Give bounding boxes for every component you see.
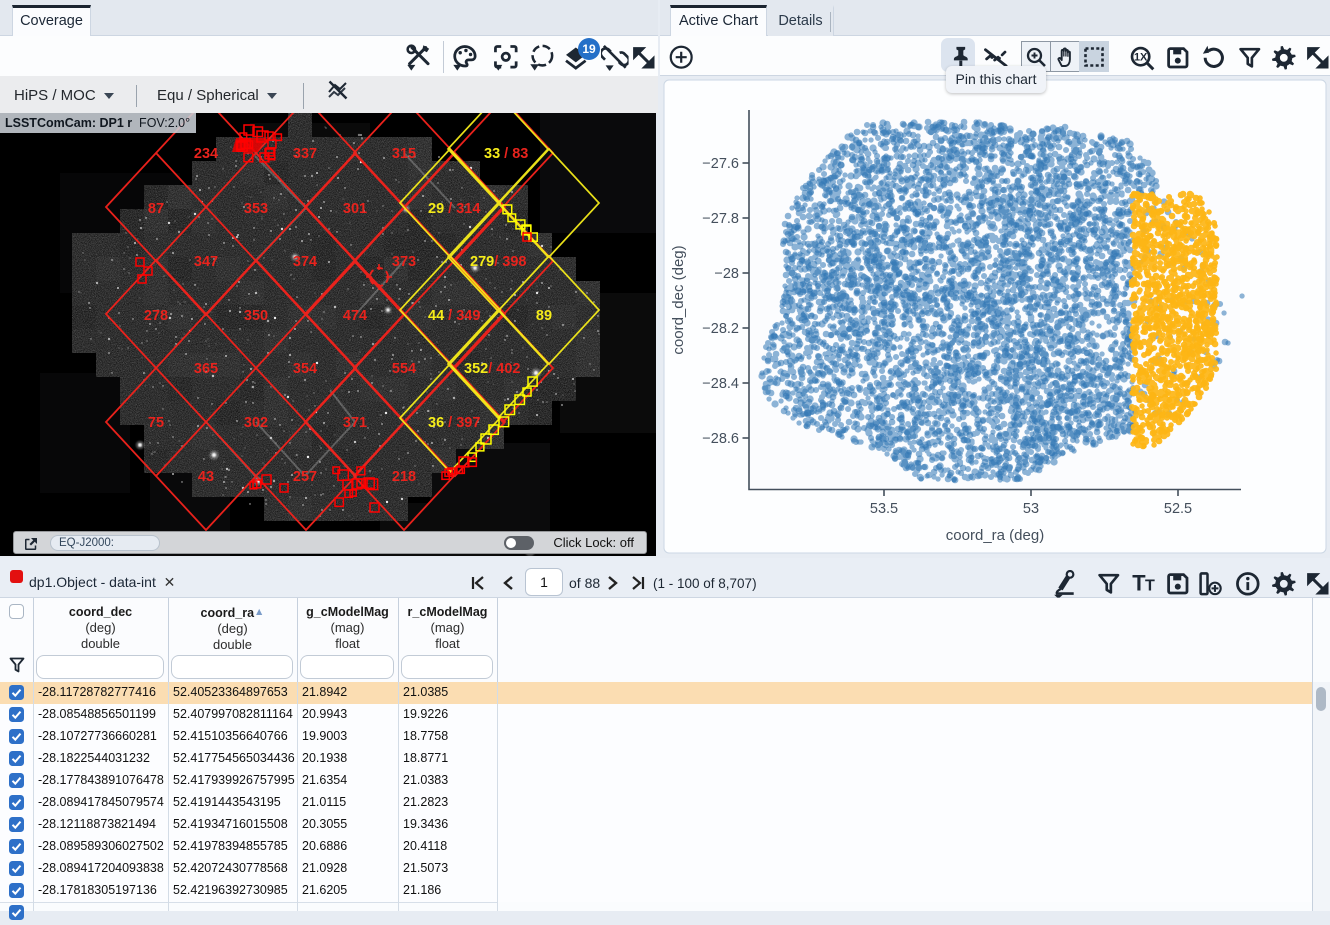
svg-text:234: 234 [194,146,218,162]
svg-text:53: 53 [1023,501,1039,517]
svg-text:373: 373 [392,254,416,270]
svg-text:−27.6: −27.6 [702,156,739,172]
svg-text:1X: 1X [1134,52,1148,64]
svg-text:33 / 83: 33 / 83 [484,146,528,162]
svg-text:−28.6: −28.6 [702,431,739,447]
svg-text:302: 302 [244,415,268,431]
svg-text:75: 75 [148,415,164,431]
svg-text:coord_dec (deg): coord_dec (deg) [670,245,687,354]
svg-text:29 / 314: 29 / 314 [428,201,480,217]
svg-text:−28: −28 [714,266,739,282]
svg-text:53.5: 53.5 [870,501,898,517]
svg-text:278: 278 [144,308,168,324]
svg-text:354: 354 [293,361,317,377]
svg-text:−28.2: −28.2 [702,321,739,337]
svg-text:T: T [1145,577,1155,595]
svg-text:554: 554 [392,361,416,377]
svg-text:371: 371 [343,415,367,431]
svg-text:337: 337 [293,146,317,162]
svg-text:315: 315 [392,146,416,162]
svg-text:36 / 397: 36 / 397 [428,415,480,431]
svg-text:352/ 402: 352/ 402 [464,361,520,377]
svg-text:43: 43 [198,469,214,485]
svg-text:coord_ra (deg): coord_ra (deg) [946,527,1044,544]
svg-text:301: 301 [343,201,367,217]
svg-text:365: 365 [194,361,218,377]
svg-text:257: 257 [293,469,317,485]
svg-text:347: 347 [194,254,218,270]
svg-text:52.5: 52.5 [1164,501,1192,517]
svg-text:279/ 398: 279/ 398 [470,254,526,270]
svg-text:218: 218 [392,469,416,485]
svg-text:44 / 349: 44 / 349 [428,308,480,324]
svg-text:−28.4: −28.4 [702,376,739,392]
svg-text:87: 87 [148,201,164,217]
svg-text:374: 374 [293,254,317,270]
svg-text:474: 474 [343,308,367,324]
svg-text:−27.8: −27.8 [702,211,739,227]
svg-text:350: 350 [244,308,268,324]
svg-text:353: 353 [244,201,268,217]
svg-text:89: 89 [536,308,552,324]
